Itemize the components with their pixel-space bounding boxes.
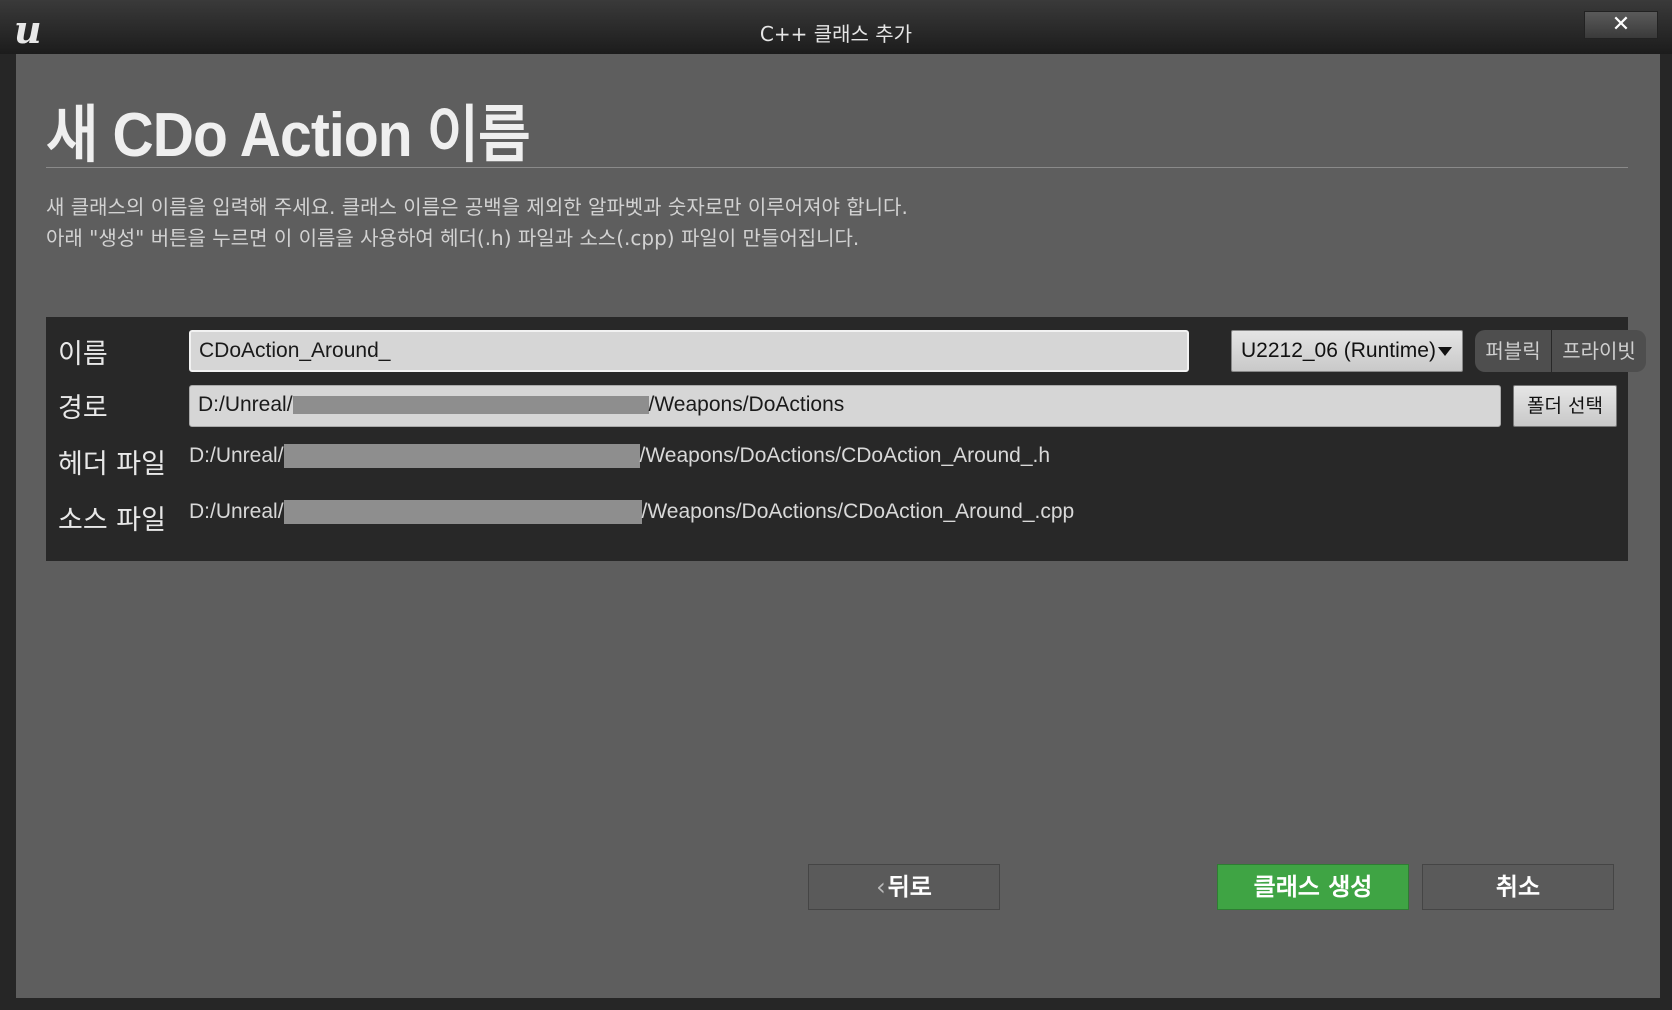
- module-dropdown-value: U2212_06 (Runtime): [1241, 339, 1436, 362]
- private-toggle[interactable]: 프라이빗: [1552, 330, 1646, 372]
- source-prefix: D:/Unreal/: [189, 500, 284, 523]
- header-prefix: D:/Unreal/: [189, 444, 284, 467]
- source-suffix: /Weapons/DoActions/CDoAction_Around_.cpp: [641, 500, 1075, 523]
- redacted-source-segment: [283, 500, 642, 525]
- close-button[interactable]: ✕: [1584, 11, 1658, 39]
- path-prefix: D:/Unreal/: [198, 393, 293, 416]
- heading-divider: [46, 167, 1628, 168]
- class-name-input[interactable]: CDoAction_Around_: [189, 330, 1189, 372]
- description-line-1: 새 클래스의 이름을 입력해 주세요. 클래스 이름은 공백을 제외한 알파벳과…: [46, 195, 908, 219]
- back-button[interactable]: ‹뒤로: [808, 864, 1000, 910]
- header-suffix: /Weapons/DoActions/CDoAction_Around_.h: [639, 444, 1051, 467]
- name-label: 이름: [58, 339, 108, 370]
- cancel-button[interactable]: 취소: [1422, 864, 1614, 910]
- path-label: 경로: [58, 393, 108, 424]
- page-title: 새 CDo Action 이름: [46, 101, 531, 170]
- chevron-left-icon: ‹: [876, 873, 886, 901]
- public-toggle[interactable]: 퍼블릭: [1475, 330, 1551, 372]
- class-form: 이름 CDoAction_Around_ U2212_06 (Runtime) …: [46, 317, 1646, 561]
- choose-folder-button[interactable]: 폴더 선택: [1513, 385, 1617, 427]
- back-button-label: 뒤로: [887, 873, 932, 901]
- module-dropdown[interactable]: U2212_06 (Runtime): [1231, 330, 1463, 372]
- source-file-label: 소스 파일: [58, 505, 166, 536]
- dialog-panel: 새 CDo Action 이름 새 클래스의 이름을 입력해 주세요. 클래스 …: [16, 54, 1660, 998]
- path-suffix: /Weapons/DoActions: [648, 393, 845, 416]
- source-file-path: D:/Unreal/ /Weapons/DoActions/CDoAction_A…: [189, 500, 1075, 525]
- path-input[interactable]: D:/Unreal/ /Weapons/DoActions: [189, 385, 1501, 427]
- chevron-down-icon: [1438, 347, 1452, 356]
- title-bar[interactable]: u C++ 클래스 추가 ✕: [0, 0, 1672, 54]
- header-file-path: D:/Unreal/ /Weapons/DoActions/CDoAction_A…: [189, 444, 1051, 469]
- add-cpp-class-window: u C++ 클래스 추가 ✕ 새 CDo Action 이름 새 클래스의 이름…: [0, 0, 1672, 1010]
- header-file-label: 헤더 파일: [58, 449, 166, 480]
- redacted-header-segment: [283, 444, 640, 469]
- redacted-path-segment: [292, 396, 649, 415]
- create-class-button[interactable]: 클래스 생성: [1217, 864, 1409, 910]
- description-line-2: 아래 "생성" 버튼을 누르면 이 이름을 사용하여 헤더(.h) 파일과 소스…: [46, 226, 860, 250]
- window-title: C++ 클래스 추가: [759, 22, 913, 46]
